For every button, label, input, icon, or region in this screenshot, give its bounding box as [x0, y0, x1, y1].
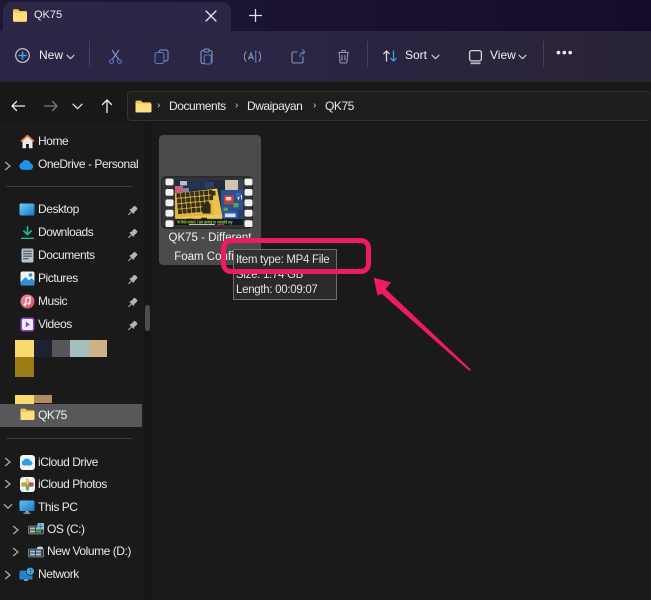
svg-text:In this video, I am going to r: In this video, I am going to rebuild my [178, 219, 233, 224]
